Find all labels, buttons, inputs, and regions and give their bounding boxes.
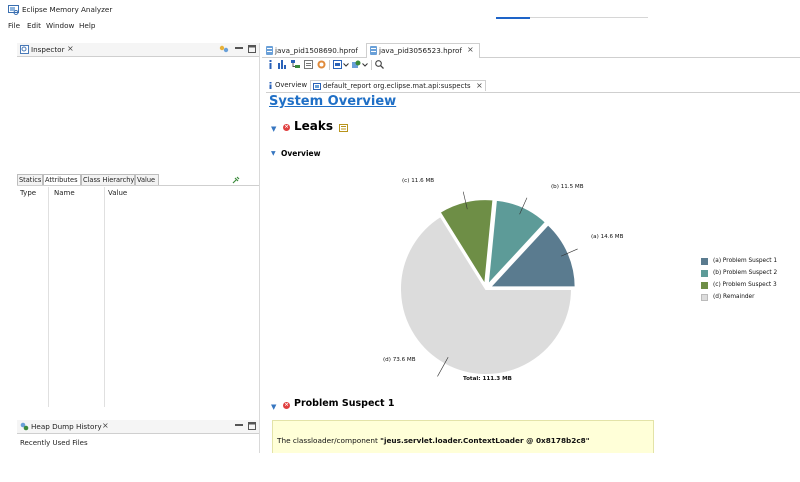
heap-history-view-header: Heap Dump History × <box>17 420 259 434</box>
error-icon: × <box>283 124 290 131</box>
pin-icon[interactable] <box>219 45 229 54</box>
column-separator <box>104 187 105 407</box>
editor-tab-label: java_pid3056523.hprof <box>379 46 462 55</box>
column-type[interactable]: Type <box>20 189 36 197</box>
column-name[interactable]: Name <box>54 189 75 197</box>
legend-swatch-c <box>701 282 708 289</box>
chevron-down-icon[interactable] <box>343 60 349 69</box>
problem-collapse-icon[interactable]: ▼ <box>271 403 276 411</box>
legend-label-d: (d) Remainder <box>713 294 755 300</box>
search-field-underline <box>530 17 648 18</box>
tab-value[interactable]: Value <box>135 174 159 185</box>
leak-pie-chart <box>399 191 578 377</box>
editor-tab-close-icon[interactable]: × <box>467 45 474 54</box>
problem-suspect-heading: Problem Suspect 1 <box>294 398 395 409</box>
histogram-icon[interactable] <box>278 60 287 69</box>
editor-tab-strip: java_pid1508690.hprof java_pid3056523.hp… <box>262 43 800 58</box>
report-icon <box>313 83 321 90</box>
report-tab-close-icon[interactable]: × <box>476 81 483 90</box>
window-bottom <box>0 453 800 482</box>
attributes-divider <box>17 185 259 186</box>
tab-default-report[interactable]: default_report org.eclipse.mat.api:suspe… <box>310 80 486 91</box>
heap-file-icon <box>266 46 273 55</box>
window-title-bar: Eclipse Memory Analyzer <box>0 0 800 20</box>
leaks-collapse-icon[interactable]: ▼ <box>271 125 276 133</box>
toolbar-separator <box>371 60 372 70</box>
pane-splitter[interactable] <box>259 43 260 453</box>
overview-collapse-icon[interactable]: ▼ <box>271 150 276 157</box>
heap-history-tab-label[interactable]: Heap Dump History <box>31 422 102 431</box>
menu-file[interactable]: File <box>8 21 20 30</box>
maximize-icon[interactable] <box>248 45 256 53</box>
inspector-tab-label[interactable]: Inspector <box>31 45 65 54</box>
tab-attributes[interactable]: Attributes <box>43 174 81 185</box>
slice-label-c: (c) 11.6 MB <box>402 178 435 184</box>
tab-class-hierarchy[interactable]: Class Hierarchy <box>81 174 135 185</box>
slice-label-a: (a) 14.6 MB <box>591 234 624 240</box>
tab-statics[interactable]: Statics <box>17 174 43 185</box>
thread-overview-icon[interactable] <box>317 60 326 69</box>
legend-label-c: (c) Problem Suspect 3 <box>713 282 777 288</box>
legend-swatch-d <box>701 294 708 301</box>
problem-text-prefix: The classloader/component <box>277 436 381 445</box>
search-icon[interactable] <box>375 60 384 69</box>
error-icon: × <box>283 402 290 409</box>
menu-edit[interactable]: Edit <box>27 21 41 30</box>
window-title: Eclipse Memory Analyzer <box>22 5 113 14</box>
menu-bar: File Edit Window Help <box>0 20 800 32</box>
app-icon <box>8 5 19 15</box>
menu-window[interactable]: Window <box>46 21 74 30</box>
problem-suspect-text: The classloader/component "jeus.servlet.… <box>277 436 590 445</box>
toolbar-separator <box>329 60 330 70</box>
info-icon <box>269 82 272 89</box>
page-title[interactable]: System Overview <box>269 94 396 109</box>
menu-help[interactable]: Help <box>79 21 95 30</box>
report-content: System Overview ▼ × Leaks ▼ Overview (c)… <box>266 92 800 453</box>
editor-toolbar <box>262 58 800 72</box>
run-report-icon[interactable] <box>333 60 342 69</box>
heap-history-icon <box>20 422 29 431</box>
pie-total: Total: 111.3 MB <box>463 376 512 382</box>
legend-swatch-a <box>701 258 708 265</box>
editor-tab-hprof-1[interactable]: java_pid1508690.hprof <box>264 44 366 57</box>
inspector-icon <box>20 45 29 54</box>
editor-tab-label: java_pid1508690.hprof <box>275 46 358 55</box>
legend-label-a: (a) Problem Suspect 1 <box>713 258 778 264</box>
slice-label-d: (d) 73.6 MB <box>383 357 416 363</box>
slice-label-b: (b) 11.5 MB <box>551 184 584 190</box>
heap-history-close-icon[interactable]: × <box>102 421 109 430</box>
legend-swatch-b <box>701 270 708 277</box>
editor-tab-hprof-2[interactable]: java_pid3056523.hprof × <box>366 43 480 58</box>
query-browser-icon[interactable] <box>352 60 361 69</box>
overview-heading: Overview <box>281 149 321 158</box>
heap-file-icon <box>370 46 377 55</box>
minimize-icon[interactable] <box>235 46 243 52</box>
inspector-close-icon[interactable]: × <box>67 44 74 53</box>
legend-label-b: (b) Problem Suspect 2 <box>713 270 778 276</box>
recently-used-files-label: Recently Used Files <box>20 439 88 447</box>
report-link-icon[interactable] <box>339 124 348 132</box>
minimize-icon[interactable] <box>235 423 243 429</box>
oql-icon[interactable] <box>304 60 313 69</box>
column-value[interactable]: Value <box>108 189 127 197</box>
leaks-heading: Leaks <box>294 119 334 133</box>
column-separator <box>48 187 49 407</box>
search-accent-line <box>496 17 530 19</box>
problem-text-classloader: "jeus.servlet.loader.ContextLoader @ 0x8… <box>380 436 590 445</box>
pin-view-icon[interactable] <box>232 176 240 184</box>
dominator-tree-icon[interactable] <box>291 60 300 69</box>
tab-default-report-label: default_report org.eclipse.mat.api:suspe… <box>323 82 471 90</box>
chevron-down-icon[interactable] <box>362 60 368 69</box>
maximize-icon[interactable] <box>248 422 256 430</box>
inspector-view-header: Inspector × <box>17 43 259 57</box>
tab-overview[interactable]: Overview <box>266 80 310 91</box>
tab-overview-label: Overview <box>275 81 307 89</box>
info-icon[interactable] <box>266 60 275 69</box>
